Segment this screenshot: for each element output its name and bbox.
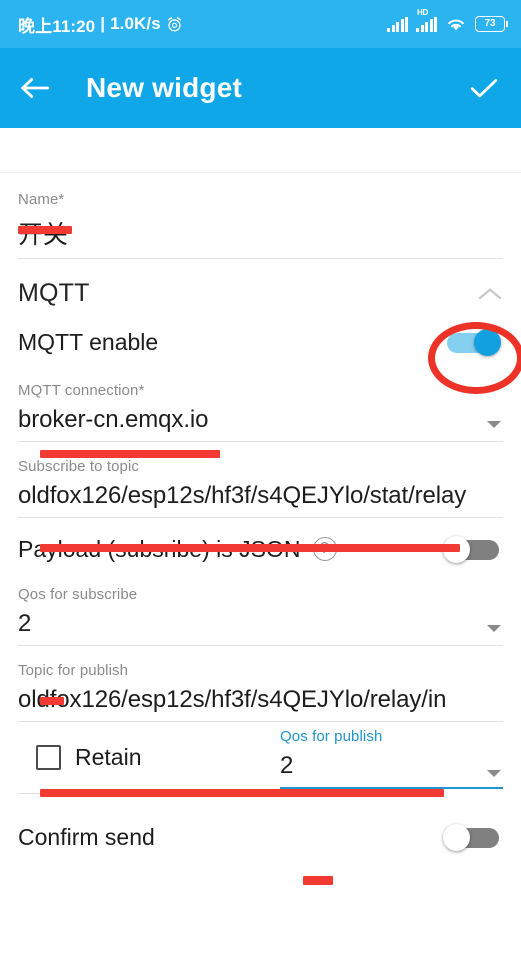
mqtt-connection-value[interactable]: broker-cn.emqx.io: [18, 399, 503, 441]
publish-topic-field[interactable]: Topic for publish oldfox126/esp12s/hf3f/…: [18, 646, 503, 722]
qos-subscribe-field[interactable]: Qos for subscribe 2: [18, 580, 503, 646]
phone-screen: 晚上11:20 | 1.0K/s HD 73 New widget Name* …: [0, 0, 521, 963]
qos-subscribe-label: Qos for subscribe: [18, 586, 138, 603]
wifi-icon: [448, 19, 464, 31]
back-button[interactable]: [20, 75, 64, 101]
check-icon: [470, 79, 498, 98]
chevron-up-icon[interactable]: [477, 285, 503, 303]
mqtt-section-title: MQTT: [18, 279, 90, 307]
name-field[interactable]: Name* 开关: [18, 173, 503, 259]
retain-checkbox-wrap[interactable]: Retain: [18, 744, 280, 771]
status-net-speed: 1.0K/s: [110, 14, 161, 33]
status-time: 晚上11:20: [18, 16, 96, 36]
name-input[interactable]: 开关: [18, 208, 503, 258]
qos-subscribe-value[interactable]: 2: [18, 603, 503, 645]
publish-topic-input[interactable]: oldfox126/esp12s/hf3f/s4QEJYlo/relay/in: [18, 679, 503, 721]
mqtt-enable-label: MQTT enable: [18, 328, 159, 355]
subscribe-topic-underline: [18, 517, 503, 518]
annotation-underline-qos-pub: [303, 876, 333, 885]
mqtt-connection-field[interactable]: MQTT connection* broker-cn.emqx.io: [18, 376, 503, 442]
qos-publish-label: Qos for publish: [280, 728, 383, 745]
arrow-left-icon: [21, 78, 50, 98]
name-label: Name*: [18, 191, 65, 208]
confirm-send-label: Confirm send: [18, 823, 155, 850]
chevron-down-icon[interactable]: [487, 421, 501, 428]
status-separator: |: [100, 14, 106, 33]
retain-qos-row: Retain Qos for publish 2: [18, 728, 503, 794]
signal-bars-hd-icon: HD: [416, 8, 437, 32]
retain-label: Retain: [75, 744, 142, 770]
mqtt-section-header[interactable]: MQTT: [18, 279, 503, 308]
subscribe-topic-label: Subscribe to topic: [18, 458, 140, 475]
annotation-underline-qos-sub: [40, 697, 64, 705]
battery-percent: 73: [484, 18, 496, 29]
annotation-underline-publish: [40, 789, 444, 797]
chevron-down-icon[interactable]: [487, 625, 501, 632]
annotation-underline-subscribe: [40, 544, 460, 552]
retain-field[interactable]: Retain: [18, 728, 280, 794]
confirm-send-toggle[interactable]: [443, 824, 503, 851]
alarm-clock-icon: [167, 16, 181, 31]
qos-publish-value[interactable]: 2: [280, 745, 503, 787]
annotation-ellipse-mqtt-enable: [428, 322, 521, 394]
hd-label: HD: [417, 7, 428, 17]
page-title: New widget: [86, 72, 243, 103]
confirm-send-toggle-thumb: [443, 824, 470, 851]
chevron-down-icon[interactable]: [487, 770, 501, 777]
signal-bars-icon: [387, 16, 408, 32]
content-top-strip: [0, 128, 521, 173]
status-bar-left: 晚上11:20 | 1.0K/s: [18, 12, 183, 37]
status-bar-right: HD 73: [387, 8, 508, 33]
subscribe-topic-input[interactable]: oldfox126/esp12s/hf3f/s4QEJYlo/stat/rela…: [18, 475, 503, 517]
status-bar: 晚上11:20 | 1.0K/s HD 73: [0, 0, 521, 48]
annotation-underline-connection: [40, 450, 220, 458]
confirm-send-row[interactable]: Confirm send: [18, 806, 503, 868]
name-underline: [18, 258, 503, 259]
qos-publish-field[interactable]: Qos for publish 2: [280, 728, 503, 789]
publish-topic-underline: [18, 721, 503, 722]
app-bar: New widget: [0, 48, 521, 128]
battery-indicator: 73: [475, 16, 508, 32]
retain-checkbox[interactable]: [36, 745, 61, 770]
publish-topic-label: Topic for publish: [18, 662, 129, 679]
mqtt-connection-label: MQTT connection*: [18, 382, 145, 399]
confirm-save-button[interactable]: [459, 75, 499, 101]
annotation-underline-name: [18, 226, 72, 234]
